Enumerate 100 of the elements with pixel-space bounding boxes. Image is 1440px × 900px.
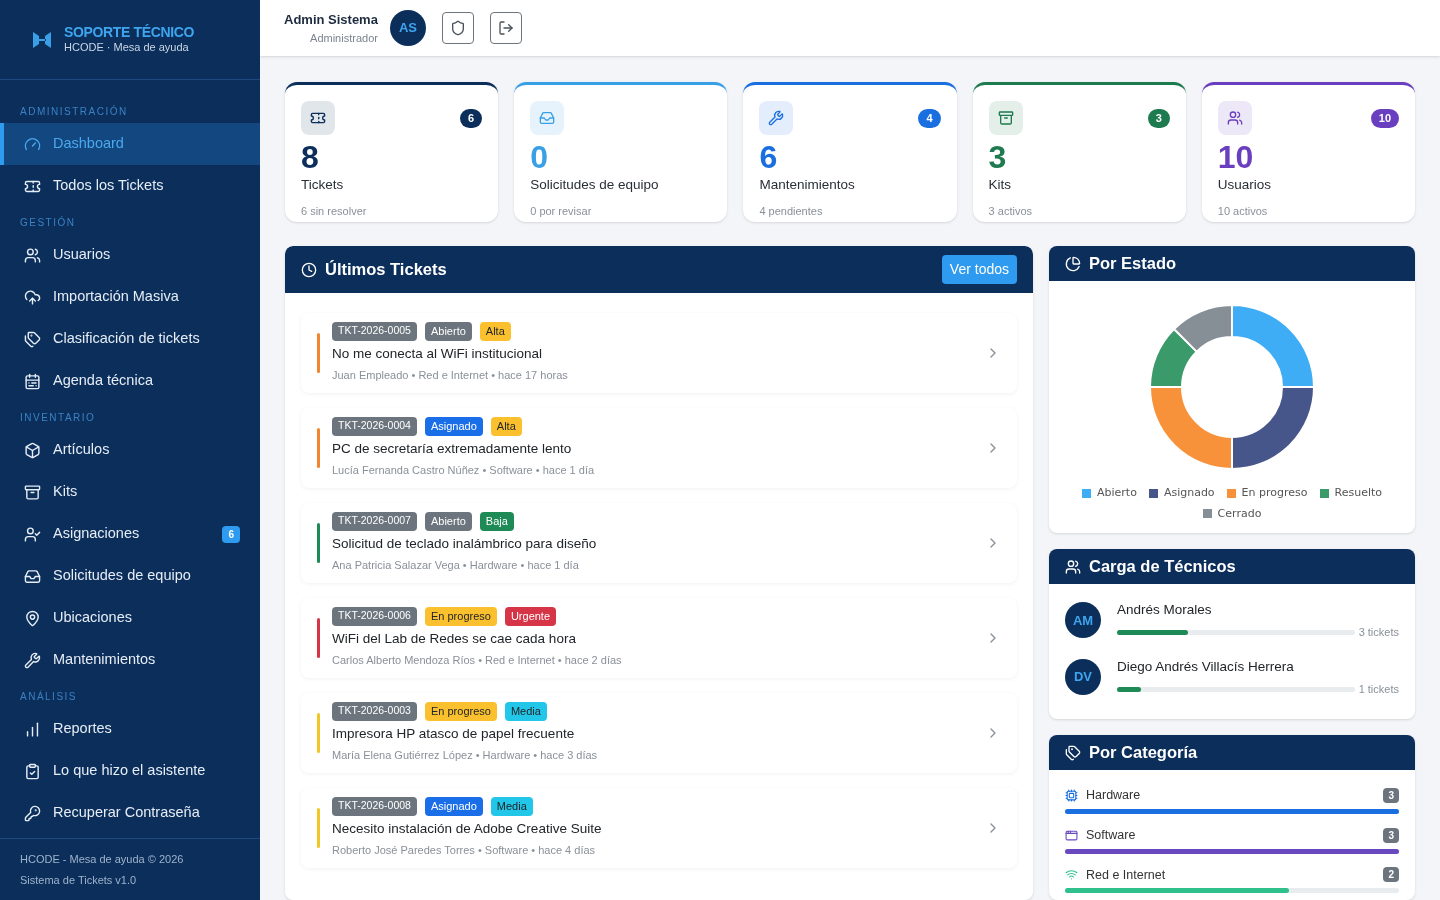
gauge-icon xyxy=(24,135,41,153)
sidebar-item[interactable]: Todos los Tickets xyxy=(0,165,260,207)
sidebar-item[interactable]: Artículos xyxy=(0,429,260,471)
legend-swatch xyxy=(1081,488,1091,498)
priority-badge: Urgente xyxy=(504,607,557,626)
stat-value: 10 xyxy=(1217,139,1255,175)
logout-button[interactable] xyxy=(489,12,522,44)
section-label: GESTIÓN xyxy=(19,215,77,230)
ticket-code: TKT-2026-0007 xyxy=(332,512,417,531)
ticket-code: TKT-2026-0008 xyxy=(332,797,417,816)
ticket-meta: Lucía Fernanda Castro Núñez • Software • hace 1 día xyxy=(332,463,596,479)
sidebar-item[interactable]: Ubicaciones xyxy=(0,597,260,639)
status-badge: En progreso xyxy=(424,702,497,721)
tech-name: Andrés Morales xyxy=(1117,601,1213,619)
status-badge: Abierto xyxy=(424,512,472,531)
stat-note: 6 sin resolver xyxy=(301,204,368,220)
brand-title: SOPORTE TÉCNICO xyxy=(64,23,195,42)
status-badge: Abierto xyxy=(424,322,472,341)
status-badge: Asignado xyxy=(424,417,483,436)
ticket-row[interactable]: TKT-2026-0004 Asignado Alta PC de secretaría extremadamente lento Lucía Fernanda Castro Núñez • Software • hace 1 día xyxy=(301,408,1017,488)
sidebar-item[interactable]: Dashboard xyxy=(0,123,260,165)
panel-title: Por Estado xyxy=(1089,253,1178,275)
count-badge: 6 xyxy=(222,525,240,543)
ticket-code: TKT-2026-0006 xyxy=(332,607,417,626)
sidebar-item[interactable]: Asignaciones 6 xyxy=(0,513,260,555)
stat-note: 3 activos xyxy=(988,204,1034,220)
count-badge: 2 xyxy=(1383,867,1399,883)
ticket-count: 3 tickets xyxy=(1358,625,1399,641)
stat-label: Kits xyxy=(988,176,1013,194)
bar-chart-icon xyxy=(24,720,41,738)
sidebar-item[interactable]: Reportes xyxy=(0,708,260,750)
priority-badge: Baja xyxy=(479,512,514,531)
count-badge: 6 xyxy=(460,109,483,128)
wrench-icon xyxy=(768,110,785,126)
logout-icon xyxy=(497,20,514,36)
ticket-code: TKT-2026-0005 xyxy=(332,322,417,341)
sidebar-item[interactable]: Solicitudes de equipo xyxy=(0,555,260,597)
sidebar-item[interactable]: Agenda técnica xyxy=(0,360,260,402)
sidebar-item[interactable]: Mantenimientos xyxy=(0,639,260,681)
tech-name: Diego Andrés Villacís Herrera xyxy=(1117,657,1295,676)
sidebar-item[interactable]: Clasificación de tickets xyxy=(0,318,260,360)
count-badge: 10 xyxy=(1370,109,1399,128)
ticket-meta: Roberto José Paredes Torres • Software • hace 4 días xyxy=(332,843,597,859)
panel-title: Por Categoría xyxy=(1089,742,1199,764)
stat-label: Mantenimientos xyxy=(759,176,856,194)
count-badge: 3 xyxy=(1383,827,1399,843)
wifi-icon xyxy=(1065,868,1078,882)
sidebar-item[interactable]: Importación Masiva xyxy=(0,276,260,318)
ticket-meta: Ana Patricia Salazar Vega • Hardware • hace 1 día xyxy=(332,558,580,574)
status-badge: Asignado xyxy=(424,797,483,816)
calendar-icon xyxy=(24,372,41,390)
stat-value: 6 xyxy=(759,139,779,175)
stat-value: 0 xyxy=(530,139,549,175)
user-check-icon xyxy=(24,525,41,543)
ticket-row[interactable]: TKT-2026-0006 En progreso Urgente WiFi del Lab de Redes se cae cada hora Carlos Alberto Mendoza Ríos • Red e Internet • hace 2 días xyxy=(301,598,1017,678)
category-name: Red e Internet xyxy=(1086,866,1167,884)
stat-label: Usuarios xyxy=(1217,176,1273,194)
users-icon xyxy=(24,246,41,264)
ticket-row[interactable]: TKT-2026-0007 Abierto Baja Solicitud de teclado inalámbrico para diseño Ana Patricia Salazar Vega • Hardware • hace 1 día xyxy=(301,503,1017,583)
security-button[interactable] xyxy=(441,12,474,44)
chip-icon xyxy=(1065,788,1078,802)
priority-badge: Alta xyxy=(490,417,522,436)
panel-title: Últimos Tickets xyxy=(325,259,448,281)
priority-badge: Media xyxy=(504,702,547,721)
sidebar-item[interactable]: Recuperar Contraseña xyxy=(0,792,260,834)
footer-text: HCODE - Mesa de ayuda © 2026 xyxy=(20,852,185,867)
user-avatar[interactable]: AS xyxy=(389,10,426,46)
legend-swatch xyxy=(1226,488,1236,498)
ticket-count: 1 tickets xyxy=(1358,682,1399,697)
sidebar-item[interactable]: Usuarios xyxy=(0,234,260,276)
pie-chart-icon xyxy=(1065,255,1081,272)
footer-text: Sistema de Tickets v1.0 xyxy=(20,872,138,888)
ticket-title: WiFi del Lab de Redes se cae cada hora xyxy=(332,629,577,648)
inbox-icon xyxy=(539,110,556,126)
priority-badge: Media xyxy=(490,797,533,816)
ticket-icon xyxy=(310,110,326,126)
legend-swatch xyxy=(1202,509,1212,519)
legend-label: Asignado xyxy=(1163,485,1215,501)
sidebar-item[interactable]: Kits xyxy=(0,471,260,513)
tray-icon xyxy=(24,483,41,501)
box-icon xyxy=(24,441,41,459)
ticket-row[interactable]: TKT-2026-0003 En progreso Media Impresora HP atasco de papel frecuente María Elena Gutiérrez López • Hardware • hace 3 días xyxy=(301,693,1017,773)
clipboard-check-icon xyxy=(24,762,41,780)
legend-label: Cerrado xyxy=(1217,505,1262,522)
tray-icon xyxy=(997,110,1014,126)
ticket-row[interactable]: TKT-2026-0008 Asignado Media Necesito instalación de Adobe Creative Suite Roberto José Paredes Torres • Software • hace 4 días xyxy=(301,788,1017,868)
logo-icon xyxy=(32,29,52,50)
user-role: Administrador xyxy=(310,30,378,46)
ticket-row[interactable]: TKT-2026-0005 Abierto Alta No me conecta al WiFi institucional Juan Empleado • Red e Internet • hace 17 horas xyxy=(301,313,1017,393)
brand-subtitle: HCODE · Mesa de ayuda xyxy=(64,41,190,56)
tags-icon xyxy=(1065,744,1081,761)
tags-icon xyxy=(24,330,41,348)
stat-label: Tickets xyxy=(301,176,345,194)
shield-icon xyxy=(449,20,466,36)
sidebar-item[interactable]: Lo que hizo el asistente xyxy=(0,750,260,792)
stat-note: 0 por revisar xyxy=(530,204,593,220)
ticket-title: No me conecta al WiFi institucional xyxy=(332,344,544,363)
map-pin-icon xyxy=(24,609,41,627)
category-name: Hardware xyxy=(1086,787,1142,804)
legend-swatch xyxy=(1148,488,1158,498)
